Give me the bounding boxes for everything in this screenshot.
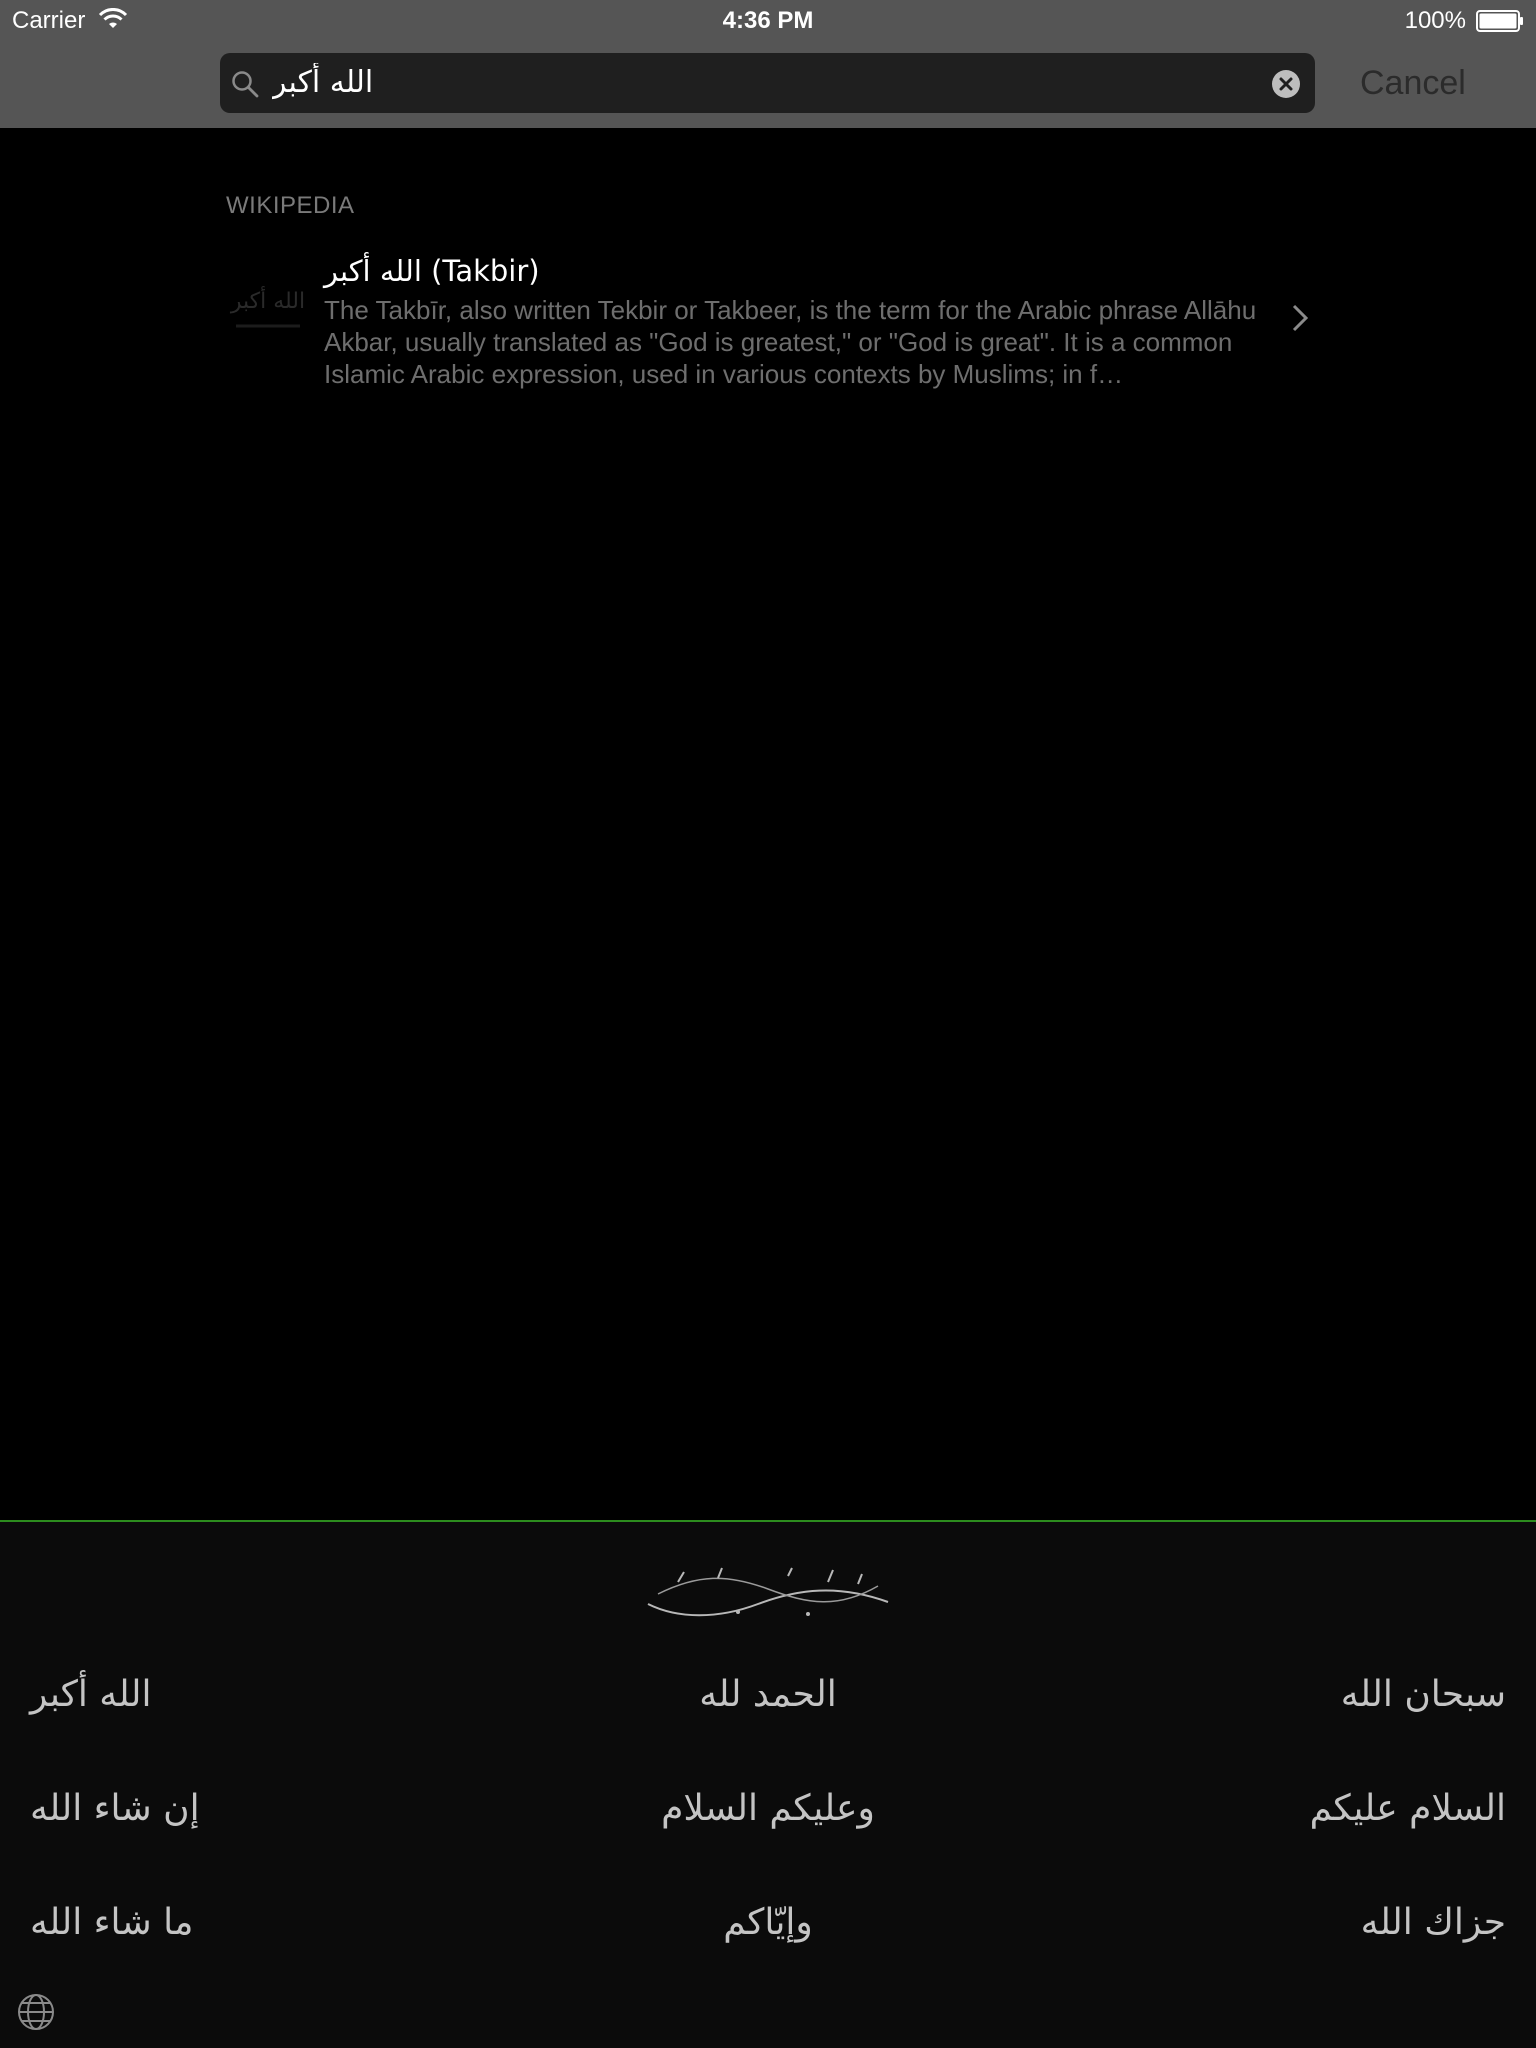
battery-icon [1476,10,1523,32]
phrase-jazakallah[interactable]: جزاك الله [1361,1902,1506,1943]
search-field[interactable] [220,53,1315,113]
cancel-button[interactable]: Cancel [1360,58,1466,108]
phrase-wa-alaikum-salam[interactable]: وعليكم السلام [568,1788,968,1829]
search-icon [232,71,259,98]
result-thumbnail-icon: الله أكبر [228,264,308,344]
results-section-header: WIKIPEDIA [226,192,355,219]
search-header: Cancel [0,40,1536,128]
result-title: الله أكبر (Takbir) [324,254,540,288]
chevron-right-icon [1292,304,1309,332]
phrase-assalamu-alaikum[interactable]: السلام عليكم [1310,1788,1506,1829]
svg-text:الله أكبر: الله أكبر [230,286,305,314]
battery-percentage: 100% [1404,7,1466,34]
bismillah-calligraphy-logo [647,1567,889,1617]
phrase-mashallah[interactable]: ما شاء الله [30,1902,193,1943]
result-snippet: The Takbīr, also written Tekbir or Takbe… [324,295,1257,389]
clear-icon[interactable] [1271,69,1301,99]
globe-icon[interactable] [16,1992,56,2032]
phrase-alhamdulillah[interactable]: الحمد لله [568,1674,968,1715]
phrase-keyboard-panel: الله أكبر الحمد لله سبحان الله إن شاء ال… [0,1520,1536,2048]
phrase-subhanallah[interactable]: سبحان الله [1341,1674,1506,1715]
search-input[interactable] [272,63,1232,103]
phrase-allahu-akbar[interactable]: الله أكبر [30,1674,152,1715]
phrase-inshallah[interactable]: إن شاء الله [30,1788,200,1829]
phrase-wa-iyyakum[interactable]: وإيّاكم [568,1902,968,1943]
status-time: 4:36 PM [722,7,814,34]
status-bar: Carrier 4:36 PM 100% [0,0,1536,40]
app-screen: Carrier 4:36 PM 100% Cance [0,0,1536,2048]
search-result-row[interactable]: الله أكبر الله أكبر (Takbir) The Takbīr,… [220,246,1320,396]
